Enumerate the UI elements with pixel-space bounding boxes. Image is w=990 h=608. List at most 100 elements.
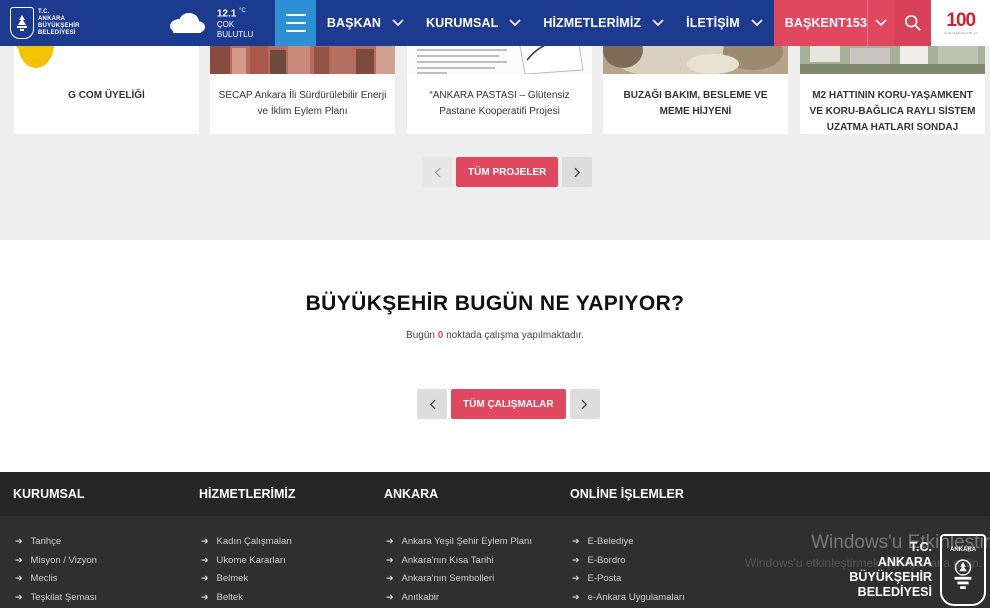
search-icon: [904, 14, 921, 31]
footer-link-label[interactable]: E-Belediye: [588, 536, 634, 547]
footer-link-label[interactable]: Ankara'nın Kısa Tarihi: [402, 555, 494, 566]
footer-link-label[interactable]: Misyon / Vizyon: [31, 555, 97, 566]
site-footer: KURUMSAL ➔ Tarihçe ➔ Misyon / Vizyon ➔ Mecl…: [0, 472, 990, 608]
chevron-down-icon[interactable]: [381, 0, 415, 46]
footer-link[interactable]: ➔ E-Bordro: [570, 551, 685, 570]
arrow-right-icon: ➔: [201, 554, 209, 565]
arrow-right-icon: ➔: [15, 554, 23, 565]
next-button[interactable]: [562, 157, 593, 187]
logo-line3: BÜYÜKŞEHİR: [38, 23, 80, 29]
logo-text: T.C. ANKARA BÜYÜKŞEHİR BELEDİYESİ: [38, 9, 80, 37]
menu-toggle-button[interactable]: [275, 0, 316, 46]
footer-link[interactable]: ➔ Belmek: [199, 569, 296, 588]
nav-item-baskan[interactable]: BAŞKAN: [316, 0, 415, 46]
footer-link-label[interactable]: Ukome Kararları: [217, 555, 286, 566]
footer-link-label[interactable]: Ankara Yeşil Şehir Eylem Planı: [402, 536, 532, 547]
footer-link[interactable]: ➔ Kadın Çalışmaları: [199, 532, 296, 551]
footer-column-kurumsal: KURUMSAL ➔ Tarihçe ➔ Misyon / Vizyon ➔ Mecl…: [13, 472, 97, 607]
centennial-number: 100: [946, 10, 976, 31]
chevron-down-icon[interactable]: [740, 0, 774, 46]
footer-link-label[interactable]: Anıtkabir: [402, 592, 440, 603]
footer-link[interactable]: ➔ Misyon / Vizyon: [13, 551, 97, 570]
footer-link-label[interactable]: Tarihçe: [31, 536, 62, 547]
footer-link-label[interactable]: Meclis: [31, 573, 58, 584]
footer-logo-line3: BÜYÜKŞEHİR: [849, 570, 932, 584]
project-title[interactable]: G COM ÜYELİĞİ: [20, 88, 193, 104]
project-title[interactable]: M2 HATTININ KORU-YAŞAMKENT VE KORU-BAĞLI…: [806, 88, 979, 134]
arrow-right-icon: ➔: [15, 573, 23, 584]
arrow-right-icon: ➔: [386, 573, 394, 584]
arrow-right-icon: ➔: [572, 591, 580, 602]
cloud-icon: [167, 12, 205, 34]
footer-heading: ONLİNE İŞLEMLER: [570, 487, 684, 501]
today-text-before: Bugün: [406, 330, 435, 341]
nav-label[interactable]: HİZMETLERİMİZ: [532, 16, 641, 30]
nav-item-baskent153[interactable]: BAŞKENT153: [773, 0, 894, 46]
next-button[interactable]: [569, 389, 600, 419]
footer-logo[interactable]: T.C. ANKARA BÜYÜKŞEHİR BELEDİYESİ ANKARA: [849, 534, 986, 606]
today-subtitle: Bugün 0 noktada çalışma yapılmaktadır.: [0, 330, 990, 341]
hamburger-icon: [285, 11, 306, 35]
arrow-right-icon: ➔: [201, 573, 209, 584]
footer-link[interactable]: ➔ Ankara'nın Sembolleri: [384, 569, 532, 588]
nav-item-kurumsal[interactable]: KURUMSAL: [415, 0, 532, 46]
footer-link-label[interactable]: E-Bordro: [588, 555, 626, 566]
footer-link-label[interactable]: Belmek: [217, 573, 249, 584]
prev-button[interactable]: [422, 157, 452, 187]
centennial-subtitle: cumhuriyetimizin 100. yılı: [943, 31, 978, 35]
footer-link-label[interactable]: e-Ankara Uygulamaları: [588, 592, 685, 603]
logo-line4: BELEDİYESİ: [38, 30, 76, 36]
footer-column-online-islemler: ONLİNE İŞLEMLER ➔ E-Belediye ➔ E-Bordro ➔ E…: [570, 472, 685, 607]
chevron-down-icon[interactable]: [641, 0, 675, 46]
footer-link-label[interactable]: E-Posta: [588, 573, 622, 584]
footer-link-label[interactable]: Teşkilat Şeması: [31, 592, 98, 603]
footer-link[interactable]: ➔ Meclis: [13, 569, 97, 588]
weather-text: 12.1 °C ÇOK BULUTLU: [217, 6, 253, 39]
footer-logo-line2: ANKARA: [877, 555, 932, 569]
footer-heading: ANKARA: [384, 487, 439, 501]
nav-item-iletisim[interactable]: İLETİŞİM: [675, 0, 774, 46]
logo[interactable]: T.C. ANKARA BÜYÜKŞEHİR BELEDİYESİ: [0, 0, 80, 46]
footer-link[interactable]: ➔ Tarihçe: [13, 532, 97, 551]
arrow-right-icon: ➔: [386, 535, 394, 546]
arrow-right-icon: ➔: [15, 591, 23, 602]
footer-link[interactable]: ➔ E-Belediye: [570, 532, 685, 551]
chevron-down-icon[interactable]: [498, 0, 532, 46]
centennial-badge[interactable]: 100 cumhuriyetimizin 100. yılı: [931, 0, 990, 46]
arrow-right-icon: ➔: [572, 554, 580, 565]
works-pager: TÜM ÇALIŞMALAR: [417, 389, 600, 419]
today-count: 0: [437, 330, 444, 341]
nav-label[interactable]: İLETİŞİM: [675, 16, 740, 30]
footer-column-ankara: ANKARA ➔ Ankara Yeşil Şehir Eylem Planı ➔…: [384, 472, 532, 607]
search-button[interactable]: [893, 0, 932, 46]
chevron-down-icon[interactable]: [867, 0, 894, 46]
footer-link[interactable]: ➔ Ankara Yeşil Şehir Eylem Planı: [384, 532, 532, 551]
arrow-right-icon: ➔: [201, 591, 209, 602]
nav-label[interactable]: KURUMSAL: [415, 16, 498, 30]
footer-link[interactable]: ➔ Ankara'nın Kısa Tarihi: [384, 551, 532, 570]
project-title[interactable]: SECAP Ankara İli Sürdürülebilir Enerji v…: [216, 88, 389, 120]
footer-link-label[interactable]: Ankara'nın Sembolleri: [402, 573, 495, 584]
footer-logo-text: T.C. ANKARA BÜYÜKŞEHİR BELEDİYESİ: [849, 540, 932, 600]
nav-label[interactable]: BAŞKENT153: [774, 16, 867, 30]
arrow-right-icon: ➔: [386, 554, 394, 565]
footer-link[interactable]: ➔ Ukome Kararları: [199, 551, 296, 570]
arrow-right-icon: ➔: [15, 535, 23, 546]
all-projects-button[interactable]: TÜM PROJELER: [456, 157, 559, 187]
footer-link[interactable]: ➔ Anıtkabir: [384, 588, 532, 607]
project-title[interactable]: BUZAĞI BAKIM, BESLEME VE MEME HİJYENİ: [609, 88, 782, 120]
footer-link[interactable]: ➔ e-Ankara Uygulamaları: [570, 588, 685, 607]
nav-item-hizmetlerimiz[interactable]: HİZMETLERİMİZ: [532, 0, 675, 46]
nav-label[interactable]: BAŞKAN: [316, 16, 381, 30]
prev-button[interactable]: [417, 389, 447, 419]
ankara-emblem-icon: [10, 7, 34, 39]
all-works-button[interactable]: TÜM ÇALIŞMALAR: [451, 389, 566, 419]
footer-link[interactable]: ➔ E-Posta: [570, 569, 685, 588]
site-header: T.C. ANKARA BÜYÜKŞEHİR BELEDİYESİ 12.1 °…: [0, 0, 990, 46]
footer-link-label[interactable]: Kadın Çalışmaları: [217, 536, 293, 547]
footer-link[interactable]: ➔ Beltek: [199, 588, 296, 607]
footer-link-label[interactable]: Beltek: [217, 592, 243, 603]
chevron-left-icon: [429, 399, 436, 409]
footer-link[interactable]: ➔ Teşkilat Şeması: [13, 588, 97, 607]
project-title[interactable]: “ANKARA PASTASI – Glütensiz Pastane Koop…: [413, 88, 586, 120]
